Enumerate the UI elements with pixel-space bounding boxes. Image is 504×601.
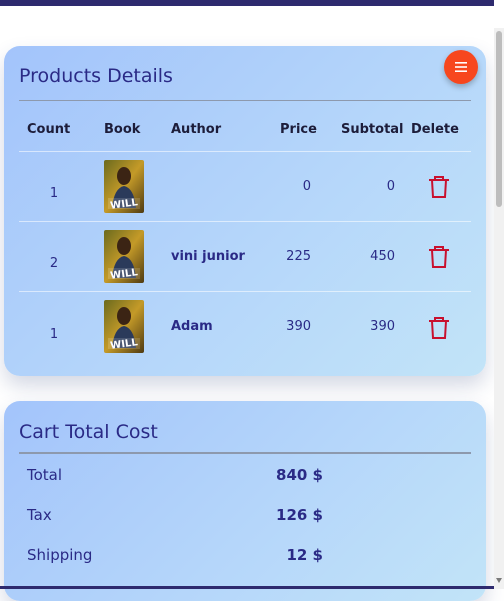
column-header-subtotal: Subtotal (341, 122, 404, 137)
vertical-scrollbar[interactable] (494, 28, 504, 589)
row-price: 0 (302, 179, 311, 194)
row-count: 1 (49, 186, 59, 201)
menu-icon (455, 62, 467, 72)
delete-trash-icon[interactable] (428, 316, 450, 340)
summary-value: 12 $ (286, 546, 323, 564)
scroll-down-arrow-icon[interactable] (496, 578, 502, 583)
cart-title: Cart Total Cost (19, 421, 158, 443)
summary-label: Tax (27, 506, 52, 524)
top-accent-bar (0, 0, 494, 6)
row-price: 390 (286, 319, 311, 334)
row-count: 2 (49, 256, 59, 271)
row-subtotal: 390 (370, 319, 395, 334)
delete-trash-icon[interactable] (428, 245, 450, 269)
row-subtotal: 450 (370, 249, 395, 264)
row-price: 225 (286, 249, 311, 264)
column-header-delete: Delete (411, 122, 459, 137)
delete-trash-icon[interactable] (428, 175, 450, 199)
column-header-price: Price (280, 122, 317, 137)
table-row: 1 WILL Adam 390 390 (4, 292, 486, 362)
book-cover-image: WILL (104, 160, 144, 213)
table-header: Count Book Author Price Subtotal Delete (4, 122, 486, 142)
book-cover-image: WILL (104, 300, 144, 353)
cart-title-divider (19, 452, 471, 454)
summary-row-shipping: Shipping 12 $ (4, 546, 486, 566)
column-header-book: Book (104, 122, 141, 137)
products-title-divider (19, 100, 471, 101)
summary-value: 126 $ (276, 506, 323, 524)
scrollbar-thumb[interactable] (496, 31, 502, 207)
row-subtotal: 0 (386, 179, 395, 194)
products-title: Products Details (19, 65, 173, 87)
column-header-author: Author (171, 122, 222, 137)
menu-button[interactable] (444, 50, 478, 84)
column-header-count: Count (27, 122, 71, 137)
cart-total-card: Cart Total Cost Total 840 $ Tax 126 $ Sh… (4, 401, 486, 601)
summary-label: Shipping (27, 546, 93, 564)
summary-row-tax: Tax 126 $ (4, 506, 486, 526)
products-details-card: Products Details Count Book Author Price… (4, 46, 486, 376)
table-row: 2 WILL vini junior 225 450 (4, 222, 486, 292)
summary-label: Total (27, 466, 63, 484)
table-row: 1 WILL 0 0 (4, 152, 486, 222)
row-author: Adam (171, 319, 213, 334)
book-cover-image: WILL (104, 230, 144, 283)
summary-value: 840 $ (276, 466, 323, 484)
row-author: vini junior (171, 249, 245, 264)
row-count: 1 (49, 327, 59, 342)
summary-row-total: Total 840 $ (4, 466, 486, 486)
